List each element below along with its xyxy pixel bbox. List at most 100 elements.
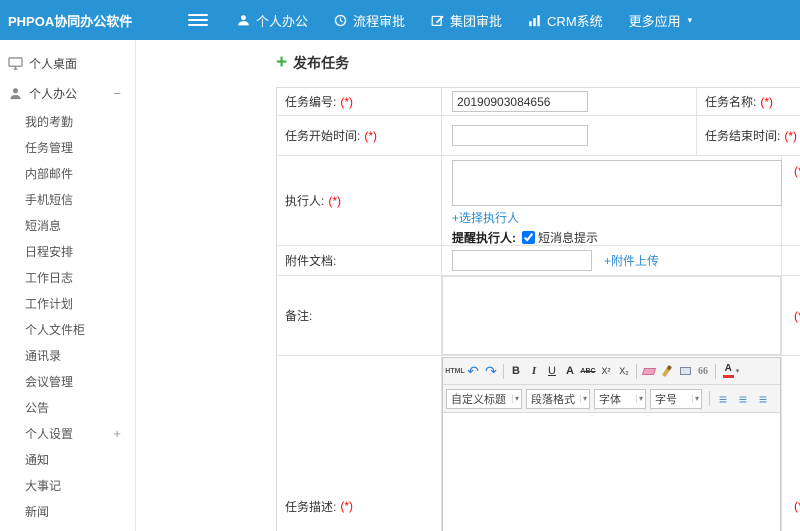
editor-toolbar-row2: 自定义标题 ▾ 段落格式 ▾ 字体 ▾ 字号 ▾ ≡ ≡ ≡ xyxy=(443,385,780,413)
main-content: + 发布任务 任务编号: (*) 任务名称: (*) xyxy=(136,40,800,531)
align-center-icon[interactable]: ≡ xyxy=(733,389,753,408)
sidebar-item-work-log[interactable]: 工作日志 xyxy=(0,264,135,290)
redo-icon[interactable]: ↷ xyxy=(482,362,500,381)
attachment-upload-link[interactable]: +附件上传 xyxy=(604,252,659,269)
sidebar-item-label: 通讯录 xyxy=(25,348,62,363)
sidebar-item-notice[interactable]: 通知 xyxy=(0,446,135,472)
sidebar-item-desktop[interactable]: 个人桌面 xyxy=(0,48,135,78)
editor-toolbar-row1: HTML ↶ ↷ B I U A ABC X² X₂ 66 A ▾ xyxy=(443,358,780,385)
strikethrough-button[interactable]: ABC xyxy=(579,362,597,381)
sidebar-item-label: 手机短信 xyxy=(25,192,74,207)
font-size-dropdown[interactable]: 字号 ▾ xyxy=(650,388,702,409)
custom-title-dropdown[interactable]: 自定义标题 ▾ xyxy=(446,388,522,409)
attachment-input[interactable] xyxy=(452,250,592,271)
font-family-dropdown[interactable]: 字体 ▾ xyxy=(594,388,646,409)
nav-workflow-approval[interactable]: 流程审批 xyxy=(321,0,418,40)
sidebar-item-label: 个人文件柜 xyxy=(25,322,86,337)
nav-personal-office[interactable]: 个人办公 xyxy=(224,0,321,40)
sidebar-item-meetings[interactable]: 会议管理 xyxy=(0,368,135,394)
align-right-icon[interactable]: ≡ xyxy=(753,389,773,408)
sidebar-item-label: 会议管理 xyxy=(25,374,74,389)
expand-icon[interactable]: + xyxy=(113,426,121,441)
description-cell: HTML ↶ ↷ B I U A ABC X² X₂ 66 A ▾ 自定义标题 … xyxy=(442,356,782,531)
sidebar-item-work-plan[interactable]: 工作计划 xyxy=(0,290,135,316)
eraser-icon xyxy=(641,367,657,375)
nav-label: 个人办公 xyxy=(256,13,309,29)
task-no-input[interactable] xyxy=(452,91,588,112)
sidebar-item-task-management[interactable]: 任务管理 xyxy=(0,134,135,160)
executor-right-cell: (*) xyxy=(782,156,800,245)
collapse-icon[interactable]: − xyxy=(113,86,121,101)
end-time-label: 任务结束时间: (*) xyxy=(697,116,800,155)
required-mark: (*) xyxy=(784,128,798,143)
remark-textarea[interactable] xyxy=(442,276,781,355)
sidebar-item-label: 我的考勤 xyxy=(25,114,74,129)
nav-crm[interactable]: CRM系统 xyxy=(515,0,616,40)
required-mark: (*) xyxy=(364,128,378,143)
blockquote-button[interactable]: 66 xyxy=(694,362,712,381)
underline-button[interactable]: U xyxy=(543,362,561,381)
remove-format-button[interactable] xyxy=(640,362,658,381)
sidebar-item-sms[interactable]: 手机短信 xyxy=(0,186,135,212)
start-time-input[interactable] xyxy=(452,125,588,146)
executor-cell: +选择执行人 提醒执行人: 短消息提示 xyxy=(442,156,782,245)
sms-remind-checkbox[interactable] xyxy=(522,230,535,244)
chevron-down-icon: ▾ xyxy=(511,394,519,403)
sidebar-item-announcement[interactable]: 公告 xyxy=(0,394,135,420)
required-mark: (*) xyxy=(794,164,800,178)
brush-icon xyxy=(661,364,673,378)
font-button[interactable]: A xyxy=(561,362,579,381)
sidebar-item-label: 工作日志 xyxy=(25,270,74,285)
sidebar-item-label: 日程安排 xyxy=(25,244,74,259)
paragraph-format-dropdown[interactable]: 段落格式 ▾ xyxy=(526,388,590,409)
align-left-icon[interactable]: ≡ xyxy=(713,389,733,408)
html-source-button[interactable]: HTML xyxy=(445,362,464,381)
select-executor-link[interactable]: +选择执行人 xyxy=(452,211,519,225)
italic-button[interactable]: I xyxy=(525,362,543,381)
executor-textarea[interactable] xyxy=(452,160,782,206)
undo-icon[interactable]: ↶ xyxy=(464,362,482,381)
brush-button[interactable] xyxy=(658,362,676,381)
editor-content-area[interactable] xyxy=(443,413,780,531)
sidebar-item-label: 个人设置 xyxy=(25,426,74,441)
nav-more-apps[interactable]: 更多应用 ▾ xyxy=(616,0,706,40)
format-paint-icon xyxy=(679,367,691,375)
sidebar-item-memorabilia[interactable]: 大事记 xyxy=(0,472,135,498)
nav-label: 流程审批 xyxy=(353,13,406,29)
sidebar-item-personal-settings[interactable]: 个人设置 + xyxy=(0,420,135,446)
description-right-cell: (*) xyxy=(782,356,800,531)
toolbar-separator xyxy=(636,363,637,379)
publish-task-form: 任务编号: (*) 任务名称: (*) 任务开始时间: (*) xyxy=(276,87,800,531)
sidebar-item-attendance[interactable]: 我的考勤 xyxy=(0,108,135,134)
subscript-button[interactable]: X₂ xyxy=(615,362,633,381)
format-paint-button[interactable] xyxy=(676,362,694,381)
nav-group-approval[interactable]: 集团审批 xyxy=(418,0,515,40)
sidebar-item-contacts[interactable]: 通讯录 xyxy=(0,342,135,368)
sidebar-item-news[interactable]: 新闻 xyxy=(0,498,135,524)
topbar: PHPOA协同办公软件 个人办公 流程审批 集团审批 CRM系统 更多应用 ▾ xyxy=(0,0,800,40)
bold-button[interactable]: B xyxy=(507,362,525,381)
menu-icon[interactable] xyxy=(188,11,208,29)
form-row-description: 任务描述: (*) HTML ↶ ↷ B I U A ABC X² X₂ 66 … xyxy=(277,356,800,531)
sidebar-item-label: 新闻 xyxy=(25,504,50,519)
sidebar-item-schedule[interactable]: 日程安排 xyxy=(0,238,135,264)
sidebar-item-internal-mail[interactable]: 内部邮件 xyxy=(0,160,135,186)
chevron-down-icon: ▾ xyxy=(691,394,699,403)
required-mark: (*) xyxy=(328,193,342,208)
font-color-button[interactable]: A ▾ xyxy=(719,362,743,381)
attachment-right-cell xyxy=(782,246,800,275)
chevron-down-icon: ▾ xyxy=(579,394,587,403)
sidebar-item-file-cabinet[interactable]: 个人文件柜 xyxy=(0,316,135,342)
form-row-remark: 备注: (*) xyxy=(277,276,800,356)
sidebar-item-label: 个人桌面 xyxy=(29,56,78,71)
start-time-label: 任务开始时间: (*) xyxy=(277,116,442,155)
sidebar-item-personal-office[interactable]: 个人办公 − xyxy=(0,78,135,108)
superscript-button[interactable]: X² xyxy=(597,362,615,381)
sidebar: 个人桌面 个人办公 − 我的考勤 任务管理 内部邮件 手机短信 短消息 日程安排… xyxy=(0,40,136,531)
form-row-executor: 执行人: (*) +选择执行人 提醒执行人: 短消息提示 (*) xyxy=(277,156,800,246)
sms-remind-label: 短消息提示 xyxy=(538,230,599,245)
font-color-icon: A xyxy=(722,364,734,378)
nav-label: CRM系统 xyxy=(547,13,603,29)
sidebar-item-short-message[interactable]: 短消息 xyxy=(0,212,135,238)
sidebar-item-label: 短消息 xyxy=(25,218,62,233)
